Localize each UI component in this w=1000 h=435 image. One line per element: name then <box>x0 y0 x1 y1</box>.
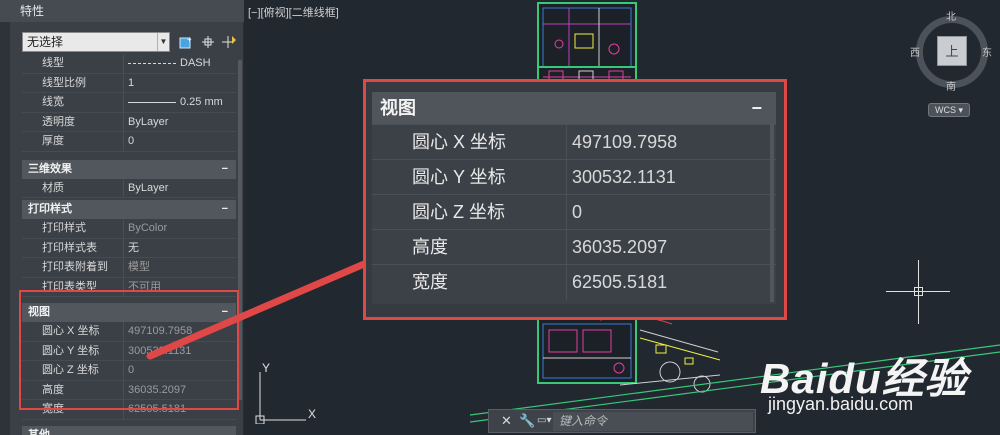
selection-value: 无选择 <box>27 35 64 49</box>
section-title: 打印样式 <box>28 203 72 215</box>
command-line: ✕ 🔧 ▭▾ 键入命令 <box>488 409 756 433</box>
collapse-icon[interactable]: − <box>222 200 228 219</box>
callout-label: 圆心 Z 坐标 <box>412 202 505 222</box>
property-value[interactable]: ByLayer <box>128 179 168 198</box>
callout-panel: 视图 − 圆心 X 坐标 497109.7958 圆心 Y 坐标 300532.… <box>372 92 776 304</box>
property-row-material[interactable]: 材质 ByLayer <box>22 178 236 198</box>
viewcube[interactable]: 北 南 西 东 上 <box>910 8 994 93</box>
property-label: 厚度 <box>42 135 64 147</box>
property-value[interactable]: 0.25 mm <box>128 93 223 112</box>
baidu-watermark-url: jingyan.baidu.com <box>768 394 914 414</box>
ucs-x-label: X <box>308 407 316 421</box>
property-row-linetype-scale[interactable]: 线型比例 1 <box>22 73 236 93</box>
callout-section-header: 视图 − <box>372 92 776 124</box>
wcs-label: WCS <box>934 105 956 115</box>
property-label: 线型比例 <box>42 76 86 89</box>
property-label: 打印样式 <box>42 222 86 234</box>
property-row-plot-style[interactable]: 打印样式 ByColor <box>22 219 236 239</box>
callout-value: 497109.7958 <box>572 132 678 152</box>
drawing-sheet-bottom <box>537 318 637 384</box>
linetype-dash-sample <box>128 62 176 64</box>
select-objects-icon[interactable] <box>200 34 216 50</box>
ucs-icon: Y X <box>255 362 316 424</box>
drawing-sheet-top <box>537 2 637 76</box>
section-title: 其他 <box>28 428 50 435</box>
property-value[interactable]: DASH <box>128 54 211 73</box>
lineweight-sample <box>128 101 176 103</box>
viewport-controls-label[interactable]: [−][俯视][二维线框] <box>248 4 339 20</box>
view-section-highlight <box>19 290 239 410</box>
property-label: 打印表附着到 <box>42 261 108 273</box>
property-value: 模型 <box>128 261 150 273</box>
collapse-icon: − <box>751 98 762 118</box>
callout-value: 300532.1131 <box>572 167 676 187</box>
close-icon[interactable]: ✕ <box>501 413 512 429</box>
callout-row-height: 高度 36035.2097 <box>372 229 776 265</box>
zoomed-view-callout: 视图 − 圆心 X 坐标 497109.7958 圆心 Y 坐标 300532.… <box>363 79 787 320</box>
property-label: 材质 <box>42 181 64 194</box>
property-row-plot-style-table[interactable]: 打印样式表 无 <box>22 238 236 258</box>
property-value[interactable]: 无 <box>128 239 139 258</box>
callout-value: 62505.5181 <box>572 272 668 292</box>
property-label: 线宽 <box>42 96 64 108</box>
chevron-down-icon: ▼ <box>157 33 169 51</box>
callout-row-width: 宽度 62505.5181 <box>372 264 776 300</box>
palette-side-strip[interactable] <box>0 22 10 435</box>
command-input[interactable]: 键入命令 <box>553 412 753 431</box>
compass-south-label[interactable]: 南 <box>946 78 956 93</box>
callout-value: 0 <box>572 202 583 222</box>
callout-scrollbar <box>770 124 774 302</box>
property-value[interactable]: 1 <box>128 74 134 93</box>
section-header-3d-effects[interactable]: 三维效果 − <box>22 159 236 179</box>
callout-value: 36035.2097 <box>572 237 668 257</box>
toggle-pickadd-icon[interactable]: + <box>178 34 194 50</box>
wcs-menu-button[interactable]: WCS ▾ <box>928 103 970 117</box>
property-label: 打印样式表 <box>42 241 97 254</box>
callout-label: 高度 <box>412 237 448 257</box>
drawing-plan-top <box>542 7 632 71</box>
wrench-icon[interactable]: 🔧 <box>519 413 535 429</box>
section-header-plot-style[interactable]: 打印样式 − <box>22 200 236 219</box>
property-row-transparency[interactable]: 透明度 ByLayer <box>22 112 236 132</box>
selection-row: 无选择 ▼ + <box>22 32 240 52</box>
property-label: 透明度 <box>42 115 75 128</box>
property-row-thickness[interactable]: 厚度 0 <box>22 132 236 152</box>
ucs-y-label: Y <box>262 362 270 375</box>
callout-row-center-z: 圆心 Z 坐标 0 <box>372 194 776 230</box>
crosshair-pickbox <box>914 287 923 296</box>
compass-east-label[interactable]: 东 <box>982 44 992 59</box>
property-row-plot-table-attached[interactable]: 打印表附着到 模型 <box>22 258 236 278</box>
section-header-misc[interactable]: 其他 <box>22 425 236 435</box>
property-value[interactable]: ByLayer <box>128 113 168 132</box>
collapse-icon[interactable]: − <box>222 160 228 179</box>
property-row-linetype[interactable]: 线型 DASH <box>22 54 236 74</box>
command-history-icon[interactable]: ▭▾ <box>537 415 551 426</box>
drawing-plan-bottom <box>542 323 632 379</box>
section-title: 三维效果 <box>28 162 72 175</box>
property-row-lineweight[interactable]: 线宽 0.25 mm <box>22 93 236 113</box>
svg-text:+: + <box>187 35 192 44</box>
callout-row-center-x: 圆心 X 坐标 497109.7958 <box>372 124 776 160</box>
viewcube-top-face[interactable]: 上 <box>937 36 967 66</box>
chevron-down-icon: ▾ <box>958 105 964 115</box>
callout-title: 视图 <box>380 98 416 118</box>
property-value: ByColor <box>128 222 168 234</box>
callout-label: 圆心 Y 坐标 <box>412 167 506 187</box>
autocad-window: [−][俯视][二维线框] 北 南 西 东 上 WCS ▾ Y X 特性 无选择… <box>0 0 1000 435</box>
compass-west-label[interactable]: 西 <box>910 44 920 59</box>
compass-north-label[interactable]: 北 <box>946 8 956 23</box>
callout-label: 圆心 X 坐标 <box>412 132 507 152</box>
selection-dropdown[interactable]: 无选择 ▼ <box>22 32 170 52</box>
palette-title[interactable]: 特性 <box>0 0 244 22</box>
callout-label: 宽度 <box>412 272 448 292</box>
property-label: 线型 <box>42 57 64 69</box>
property-value[interactable]: 0 <box>128 132 134 151</box>
callout-row-center-y: 圆心 Y 坐标 300532.1131 <box>372 159 776 195</box>
quick-select-icon[interactable] <box>222 34 238 50</box>
